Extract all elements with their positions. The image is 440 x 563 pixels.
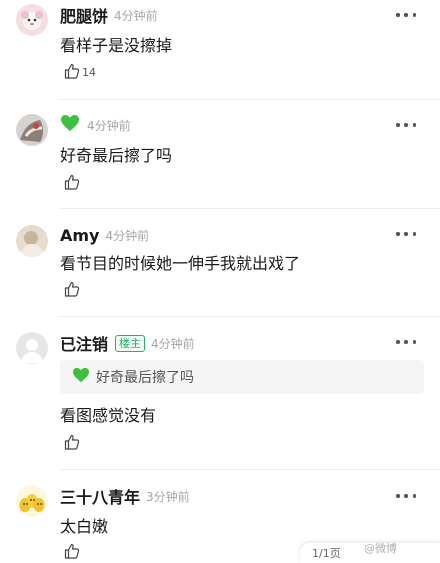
like-button[interactable]	[64, 543, 80, 559]
op-badge: 楼主	[115, 334, 146, 352]
green-heart-icon	[72, 367, 90, 387]
thumbs-up-icon	[64, 543, 80, 559]
avatar[interactable]	[16, 114, 48, 146]
quoted-text: 好奇最后擦了吗	[96, 370, 194, 386]
like-count: 14	[82, 66, 96, 79]
timestamp: 4分钟前	[114, 8, 158, 23]
thumbs-up-icon	[64, 281, 80, 297]
timestamp: 4分钟前	[87, 118, 131, 133]
comment-text: 看样子是没擦掉	[60, 36, 173, 55]
like-button[interactable]	[64, 281, 80, 297]
thumbs-up-icon	[64, 434, 80, 450]
more-options-icon[interactable]	[396, 337, 416, 347]
thumbs-up-icon	[64, 174, 80, 190]
like-button[interactable]	[64, 434, 80, 450]
timestamp: 4分钟前	[151, 336, 195, 351]
more-options-icon[interactable]	[396, 229, 416, 239]
green-heart-icon[interactable]	[60, 114, 80, 136]
comment-header: 已注销 楼主 4分钟前	[60, 332, 195, 354]
username[interactable]: Amy	[60, 226, 99, 245]
like-button[interactable]	[64, 174, 80, 190]
comment-header: 肥腿饼 4分钟前	[60, 4, 158, 26]
more-options-icon[interactable]	[396, 10, 416, 20]
comment-header: Amy 4分钟前	[60, 224, 149, 246]
comment-text: 看节目的时候她一伸手我就出戏了	[60, 254, 301, 273]
like-button[interactable]: 14	[64, 63, 96, 79]
avatar[interactable]	[16, 332, 48, 364]
more-options-icon[interactable]	[396, 491, 416, 501]
divider	[60, 99, 440, 100]
username[interactable]: 已注销	[60, 331, 108, 355]
comment-header: 4分钟前	[60, 114, 131, 136]
timestamp: 3分钟前	[146, 489, 190, 504]
avatar[interactable]	[16, 225, 48, 257]
watermark: @微博	[364, 542, 397, 555]
comment-text: 看图感觉没有	[60, 406, 157, 425]
avatar[interactable]	[16, 4, 48, 36]
timestamp: 4分钟前	[105, 228, 150, 243]
avatar[interactable]	[16, 485, 48, 517]
quoted-reply[interactable]: 好奇最后擦了吗	[60, 360, 424, 394]
divider	[60, 316, 440, 317]
username[interactable]: 肥腿饼	[60, 3, 108, 27]
comment-text: 好奇最后擦了吗	[60, 146, 173, 165]
username[interactable]: 三十八青年	[60, 484, 140, 508]
more-options-icon[interactable]	[396, 120, 416, 130]
comment-text: 太白嫩	[60, 517, 109, 536]
divider	[60, 469, 440, 470]
thumbs-up-icon	[64, 63, 80, 79]
divider	[60, 208, 440, 209]
comment-header: 三十八青年 3分钟前	[60, 485, 190, 507]
